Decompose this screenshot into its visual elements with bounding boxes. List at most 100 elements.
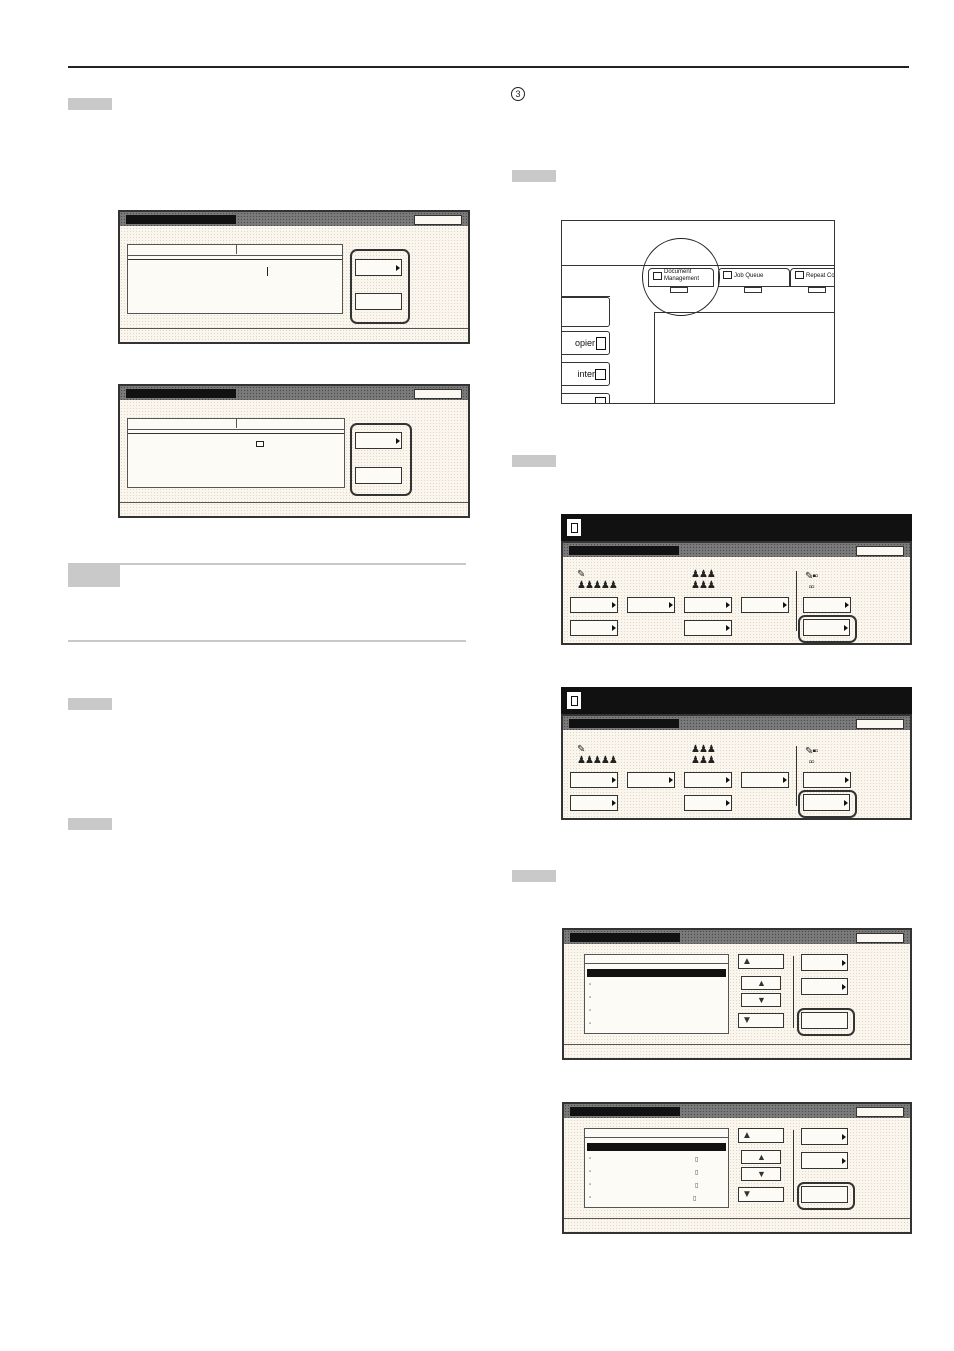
document-management-screen: ✎ ♟♟♟♟♟ ♟♟♟ ♟♟♟ ✎▪▫ ▫▫ xyxy=(561,541,912,645)
file-list: ▫ ▫ ▫ ▫ xyxy=(584,954,729,1034)
change-button[interactable] xyxy=(355,432,402,449)
scanner-icon xyxy=(595,397,606,403)
operation-panel-illustration: Document Management Job Queue Repeat Co … xyxy=(561,220,835,404)
scroll-up-button[interactable]: ▲ xyxy=(741,1150,781,1164)
detail-button[interactable] xyxy=(801,1128,848,1145)
mode-button[interactable] xyxy=(684,597,732,613)
footer-line xyxy=(120,328,468,329)
down-arrow-icon: ▼ xyxy=(742,1015,752,1026)
action-button[interactable] xyxy=(355,467,402,484)
up-arrow-icon: ▲ xyxy=(757,978,766,988)
mode-button[interactable] xyxy=(627,597,675,613)
print-button[interactable] xyxy=(801,1012,848,1029)
selected-mode-button[interactable] xyxy=(803,619,850,636)
page-up-button[interactable]: ▲ xyxy=(738,954,784,969)
column-header-line xyxy=(585,963,728,964)
scroll-down-button[interactable]: ▼ xyxy=(741,993,781,1007)
mode-button[interactable] xyxy=(570,772,618,788)
group-divider xyxy=(796,571,797,631)
selected-file-row[interactable] xyxy=(587,1143,726,1151)
file-icon: ▫ xyxy=(589,982,592,988)
mode-button[interactable] xyxy=(570,597,618,613)
copier-icon xyxy=(596,337,606,350)
screen-header xyxy=(120,212,468,226)
page-down-button[interactable]: ▼ xyxy=(738,1013,784,1028)
group-divider xyxy=(796,746,797,806)
page-up-button[interactable]: ▲ xyxy=(738,1128,784,1143)
mode-button[interactable] xyxy=(627,772,675,788)
print-button[interactable] xyxy=(801,1186,848,1203)
screen-title-bar xyxy=(569,546,679,555)
file-list-screen: ▫ ▫ ▫ ▫ ▯ ▯ ▯ ▯ ▲ ▲ ▼ ▼ xyxy=(562,1102,912,1234)
action-button[interactable] xyxy=(355,293,402,310)
scroll-up-button[interactable]: ▲ xyxy=(741,976,781,990)
file-icon: ▫ xyxy=(589,1195,592,1201)
detail-button[interactable] xyxy=(801,1152,848,1169)
paper-icon xyxy=(256,441,264,447)
screen-title-bar xyxy=(126,215,236,224)
box-tools-icon: ✎▪▫ ▫▫ xyxy=(805,746,819,768)
step-marker xyxy=(68,98,112,110)
copier-key-label: opier xyxy=(574,338,595,348)
selected-mode-button[interactable] xyxy=(803,794,850,811)
group-divider xyxy=(793,956,794,1028)
mode-title-bar xyxy=(561,687,912,714)
detail-button[interactable] xyxy=(801,978,848,995)
change-button[interactable] xyxy=(355,259,402,276)
mode-button[interactable] xyxy=(803,772,851,788)
detail-button[interactable] xyxy=(801,954,848,971)
magnifier-circle xyxy=(642,238,720,316)
indicator-led xyxy=(744,287,762,293)
mode-button[interactable] xyxy=(684,795,732,811)
mode-button[interactable] xyxy=(741,597,789,613)
note-bottom-rule xyxy=(68,640,466,642)
printer-key-label: inter xyxy=(577,369,595,379)
mode-button[interactable] xyxy=(570,620,618,636)
list-row-selected[interactable] xyxy=(128,259,342,260)
panel-button[interactable] xyxy=(562,297,610,327)
column-header-line xyxy=(128,255,342,256)
header-rule xyxy=(68,66,909,68)
scanner-key[interactable] xyxy=(562,393,610,403)
up-arrow-icon: ▲ xyxy=(742,1130,752,1141)
step-marker xyxy=(512,870,556,882)
scroll-down-button[interactable]: ▼ xyxy=(741,1167,781,1181)
mode-button[interactable] xyxy=(684,772,732,788)
people-group-icon: ✎ ♟♟♟♟♟ xyxy=(577,744,618,766)
down-arrow-icon: ▼ xyxy=(757,1169,766,1179)
close-tab[interactable] xyxy=(414,389,462,399)
mode-button[interactable] xyxy=(684,620,732,636)
screen-header xyxy=(564,1104,910,1118)
repeat-copy-key[interactable]: Repeat Co xyxy=(790,268,835,287)
settings-list xyxy=(127,244,343,314)
close-tab[interactable] xyxy=(856,719,904,729)
file-icon: ▫ xyxy=(589,1169,592,1175)
step-marker xyxy=(512,170,556,182)
close-tab[interactable] xyxy=(856,1107,904,1117)
list-row-selected[interactable] xyxy=(128,433,344,434)
up-arrow-icon: ▲ xyxy=(742,956,752,967)
document-management-screen: ✎ ♟♟♟♟♟ ♟♟♟ ♟♟♟ ✎▪▫ ▫▫ xyxy=(561,714,912,820)
job-queue-label: Job Queue xyxy=(734,273,764,279)
screen-header xyxy=(563,543,910,557)
close-tab[interactable] xyxy=(856,933,904,943)
screen-header xyxy=(563,716,910,730)
close-tab[interactable] xyxy=(856,546,904,556)
people-group-icon: ✎ ♟♟♟♟♟ xyxy=(577,569,618,591)
paper-icon: ▯ xyxy=(695,1157,699,1163)
copier-key[interactable]: opier xyxy=(562,331,610,355)
job-queue-key[interactable]: Job Queue xyxy=(718,268,790,287)
file-icon: ▫ xyxy=(589,1182,592,1188)
page-down-button[interactable]: ▼ xyxy=(738,1187,784,1202)
close-tab[interactable] xyxy=(414,215,462,225)
mode-button[interactable] xyxy=(570,795,618,811)
mode-button[interactable] xyxy=(741,772,789,788)
repeat-copy-label: Repeat Co xyxy=(806,273,835,279)
column-header-line xyxy=(585,1137,728,1138)
up-arrow-icon: ▲ xyxy=(757,1152,766,1162)
text-cursor xyxy=(267,267,268,276)
printer-key[interactable]: inter xyxy=(562,362,610,386)
mode-button[interactable] xyxy=(803,597,851,613)
selected-file-row[interactable] xyxy=(587,969,726,977)
down-arrow-icon: ▼ xyxy=(757,995,766,1005)
